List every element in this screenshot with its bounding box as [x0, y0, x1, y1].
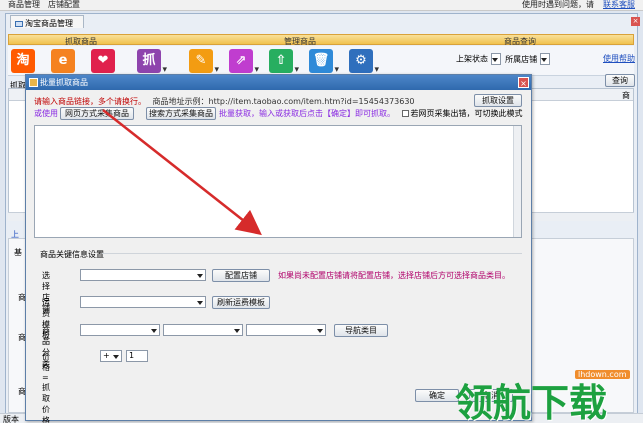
screen: 商品管理 店铺配置 使用时遇到问题，请 联系客服 淘宝商品管理 × 抓取商品 管… [0, 0, 643, 423]
watermark-logo: lhdown.com 领航下载 [455, 362, 640, 423]
watermark-text: 领航下载 [455, 381, 608, 423]
annotation-arrow [102, 109, 262, 236]
